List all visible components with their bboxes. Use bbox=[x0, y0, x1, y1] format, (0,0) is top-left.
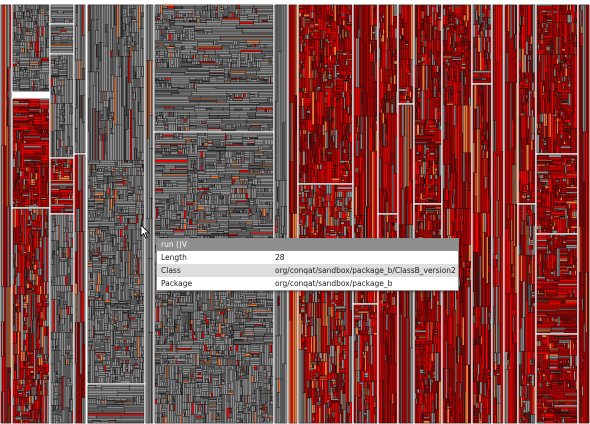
tooltip-key: Package bbox=[157, 278, 275, 290]
tooltip-value: org/conqat/sandbox/package_b/ClassB_vers… bbox=[275, 265, 458, 277]
tooltip-row-package: Package org/conqat/sandbox/package_b bbox=[157, 277, 458, 290]
mouse-pointer-icon bbox=[140, 224, 150, 239]
tooltip-key: Class bbox=[157, 265, 275, 277]
tooltip: run ()V Length 28 Class org/conqat/sandb… bbox=[156, 238, 459, 291]
tooltip-key: Length bbox=[157, 252, 275, 264]
tooltip-value: org/conqat/sandbox/package_b bbox=[275, 278, 458, 290]
tooltip-row-class: Class org/conqat/sandbox/package_b/Class… bbox=[157, 264, 458, 277]
tooltip-value: 28 bbox=[275, 252, 458, 264]
tooltip-title: run ()V bbox=[157, 239, 458, 251]
tooltip-row-length: Length 28 bbox=[157, 251, 458, 264]
treemap[interactable] bbox=[0, 0, 590, 424]
